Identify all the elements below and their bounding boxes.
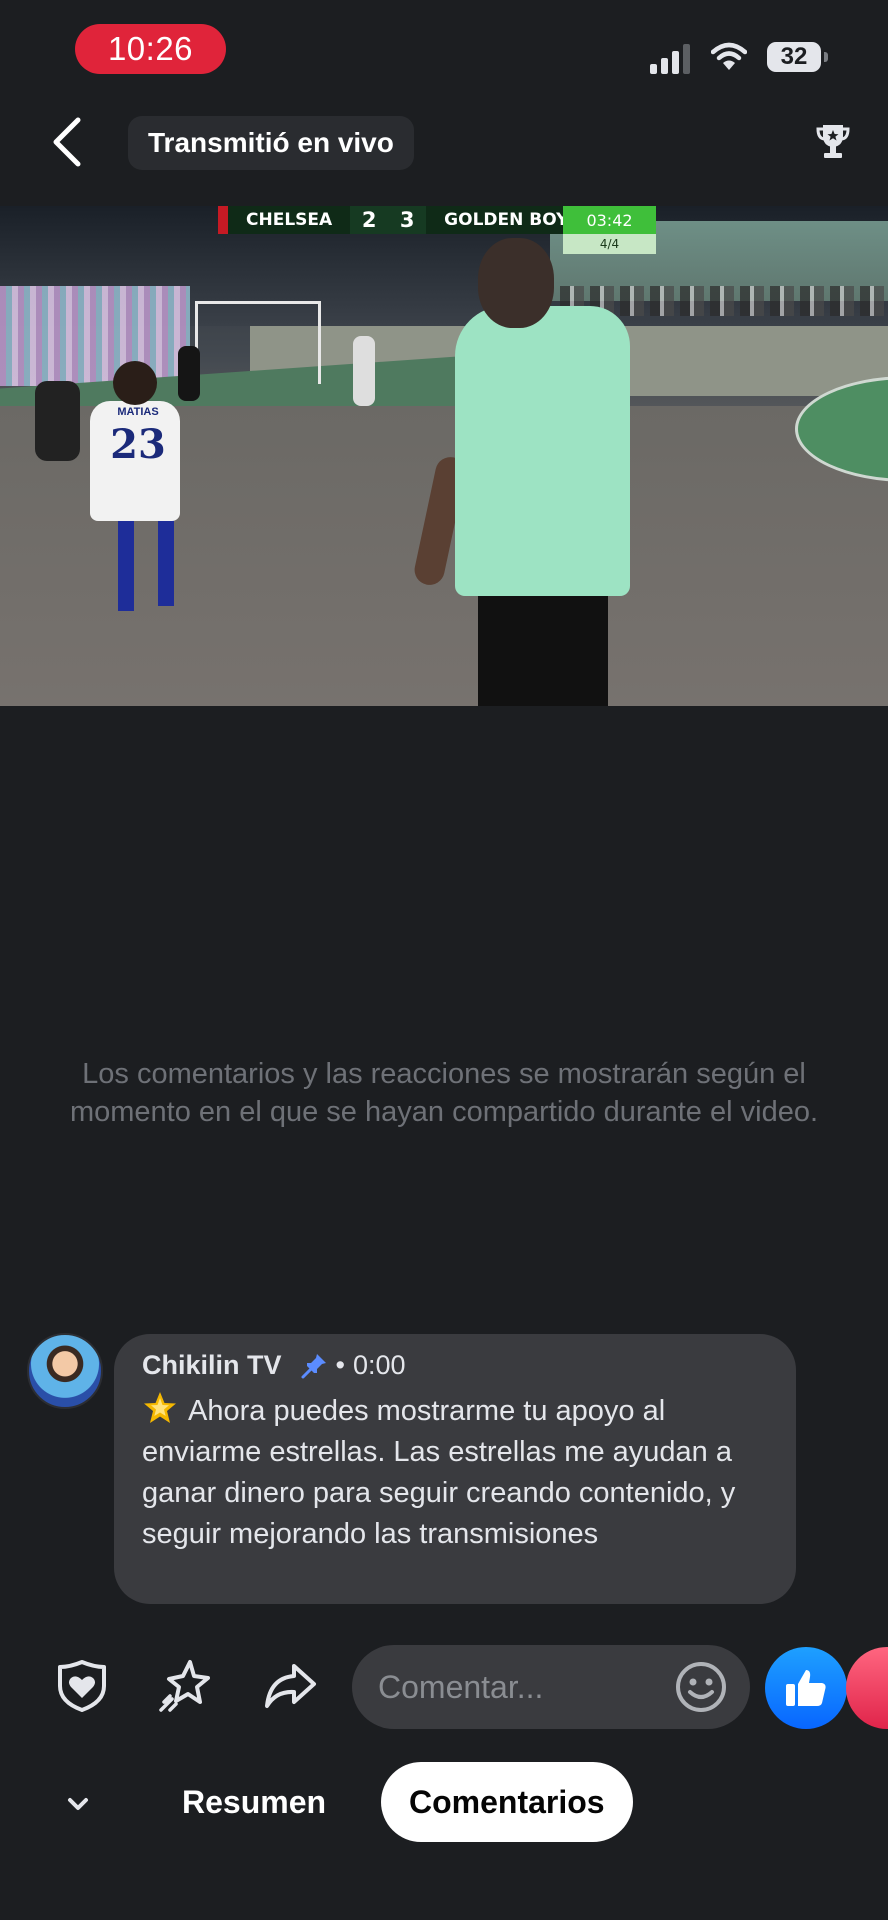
scoreboard-away-score: 3 bbox=[388, 206, 427, 234]
like-reaction-button[interactable] bbox=[765, 1647, 847, 1729]
comment-separator: • bbox=[335, 1350, 345, 1380]
battery-indicator: 32 bbox=[767, 42, 821, 72]
video-player-white-leg bbox=[158, 516, 174, 606]
status-time: 10:26 bbox=[75, 24, 226, 74]
video-jersey-number: 23 bbox=[110, 421, 166, 468]
scoreboard-home-score: 2 bbox=[350, 206, 389, 234]
heart-shield-icon[interactable] bbox=[54, 1658, 110, 1714]
video-jersey-name: MATIAS bbox=[117, 406, 159, 418]
signal-icon bbox=[650, 44, 690, 74]
comment-text-block: Ahora puedes mostrarme tu apoyo al envia… bbox=[142, 1390, 782, 1555]
video-goal bbox=[195, 301, 321, 384]
video-referee-head bbox=[478, 238, 554, 328]
video-referee-shirt bbox=[455, 306, 630, 596]
share-arrow-icon[interactable] bbox=[262, 1658, 318, 1714]
video-player-goalkeeper bbox=[178, 346, 200, 401]
battery-tip bbox=[824, 52, 828, 62]
video-fence bbox=[0, 286, 190, 386]
video-player-white-head bbox=[113, 361, 157, 405]
tab-comentarios[interactable]: Comentarios bbox=[381, 1762, 633, 1842]
avatar[interactable] bbox=[27, 1333, 103, 1409]
sparkle-star-icon[interactable] bbox=[158, 1658, 214, 1714]
comment-text: Ahora puedes mostrarme tu apoyo al envia… bbox=[142, 1395, 736, 1550]
video-player-light bbox=[353, 336, 375, 406]
wifi-icon bbox=[711, 42, 747, 70]
smiley-icon[interactable] bbox=[674, 1660, 728, 1714]
comment-timestamp[interactable]: 0:00 bbox=[353, 1350, 406, 1381]
scoreboard-clock: 03:42 bbox=[563, 206, 656, 234]
pin-icon bbox=[301, 1353, 326, 1378]
back-arrow-icon[interactable] bbox=[46, 114, 90, 170]
comments-info-text: Los comentarios y las reacciones se most… bbox=[69, 1058, 819, 1128]
video-player[interactable]: MATIAS 23 CHELSEA 2 3 GOLDEN BOYS 03:42 … bbox=[0, 206, 888, 706]
thumbs-up-icon bbox=[786, 1670, 826, 1706]
live-status-title: Transmitió en vivo bbox=[128, 116, 414, 170]
trophy-icon[interactable] bbox=[815, 122, 851, 162]
chevron-down-icon[interactable] bbox=[62, 1790, 94, 1818]
comment-author[interactable]: Chikilin TV bbox=[142, 1350, 282, 1381]
video-player-white-leg bbox=[118, 516, 134, 611]
heart-icon[interactable] bbox=[846, 1647, 888, 1729]
tab-resumen[interactable]: Resumen bbox=[166, 1762, 342, 1842]
comment-bubble[interactable]: Chikilin TV • 0:00 Ahora puedes mostrarm… bbox=[114, 1334, 796, 1604]
scoreboard-home-team: CHELSEA bbox=[246, 210, 333, 230]
scoreboard: CHELSEA 2 3 GOLDEN BOYS bbox=[218, 206, 607, 234]
comment-header: Chikilin TV • 0:00 bbox=[142, 1350, 406, 1381]
scoreboard-period: 4/4 bbox=[563, 234, 656, 254]
star-emoji-icon bbox=[144, 1392, 176, 1423]
video-referee-pants bbox=[478, 586, 608, 706]
scoreboard-home-color bbox=[218, 206, 228, 234]
video-player-dark bbox=[35, 381, 80, 461]
